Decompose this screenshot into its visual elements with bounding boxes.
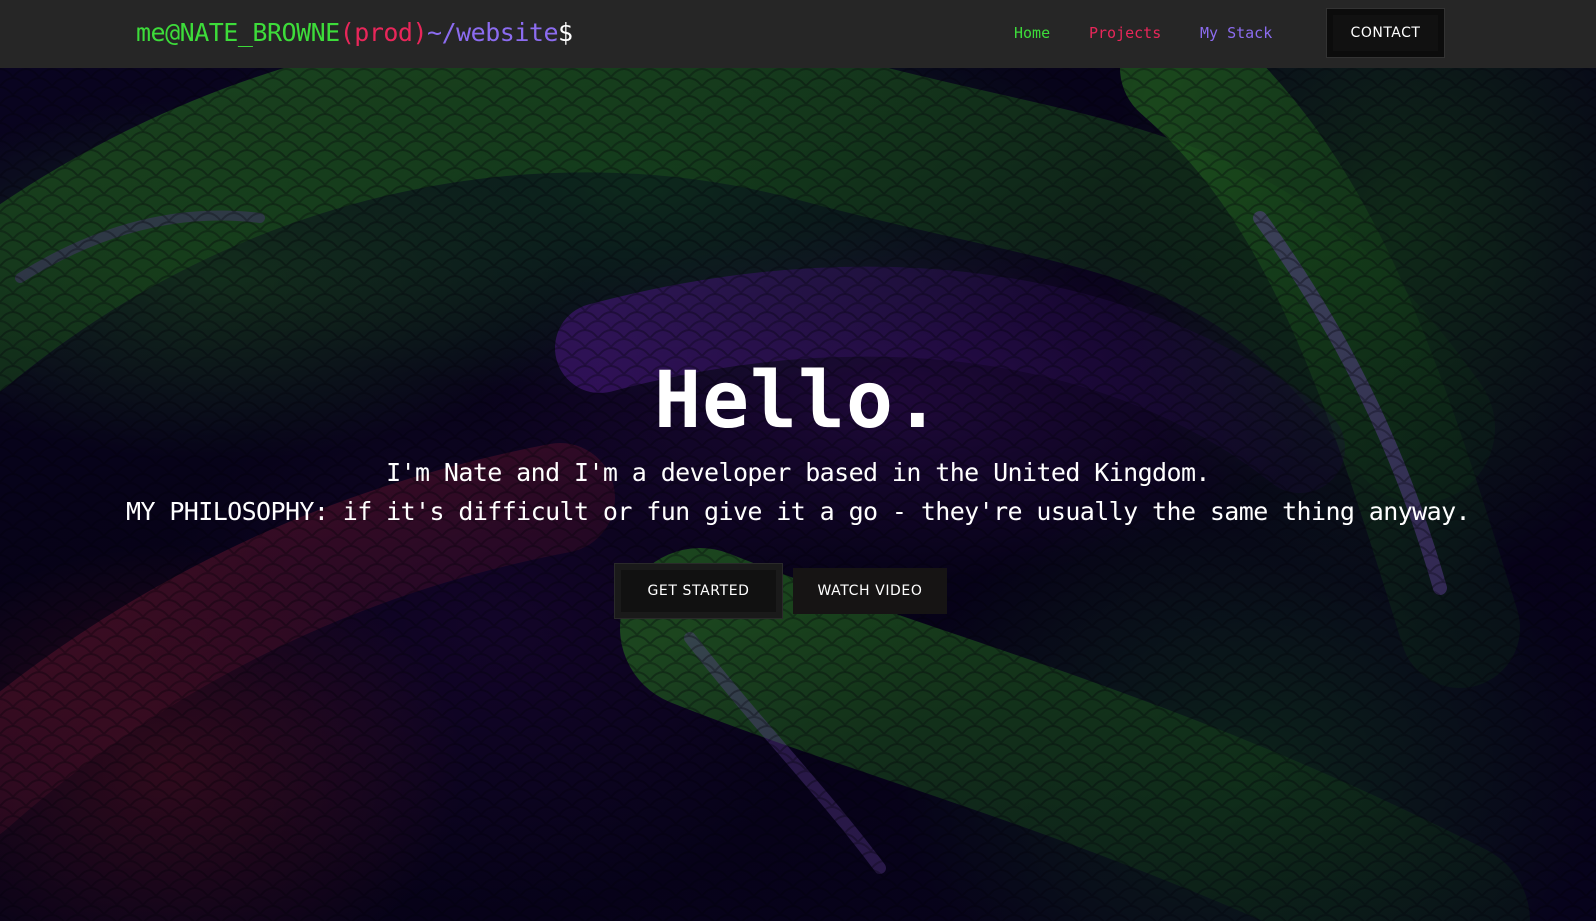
hero-content: Hello. I'm Nate and I'm a developer base… (0, 68, 1596, 921)
hero-intro: I'm Nate and I'm a developer based in th… (386, 458, 1210, 487)
brand-logo[interactable]: me@NATE_BROWNE(prod)~/website$ (136, 14, 573, 52)
brand-path: ~/website (427, 18, 558, 47)
hero-philosophy: MY PHILOSOPHY: if it's difficult or fun … (126, 497, 1471, 526)
hero-title: Hello. (654, 356, 942, 446)
brand-prompt: $ (558, 18, 573, 47)
brand-user: me@NATE_BROWNE (136, 18, 340, 47)
get-started-button[interactable]: GET STARTED (614, 563, 783, 619)
top-navbar: me@NATE_BROWNE(prod)~/website$ Home Proj… (0, 0, 1596, 68)
contact-button[interactable]: CONTACT (1326, 8, 1445, 58)
watch-video-button[interactable]: WATCH VIDEO (793, 568, 947, 614)
nav-link-projects[interactable]: Projects (1089, 22, 1161, 44)
hero-section: Hello. I'm Nate and I'm a developer base… (0, 68, 1596, 921)
nav-link-my-stack[interactable]: My Stack (1200, 22, 1272, 44)
brand-env: (prod) (339, 18, 428, 47)
nav-link-home[interactable]: Home (1014, 22, 1050, 44)
